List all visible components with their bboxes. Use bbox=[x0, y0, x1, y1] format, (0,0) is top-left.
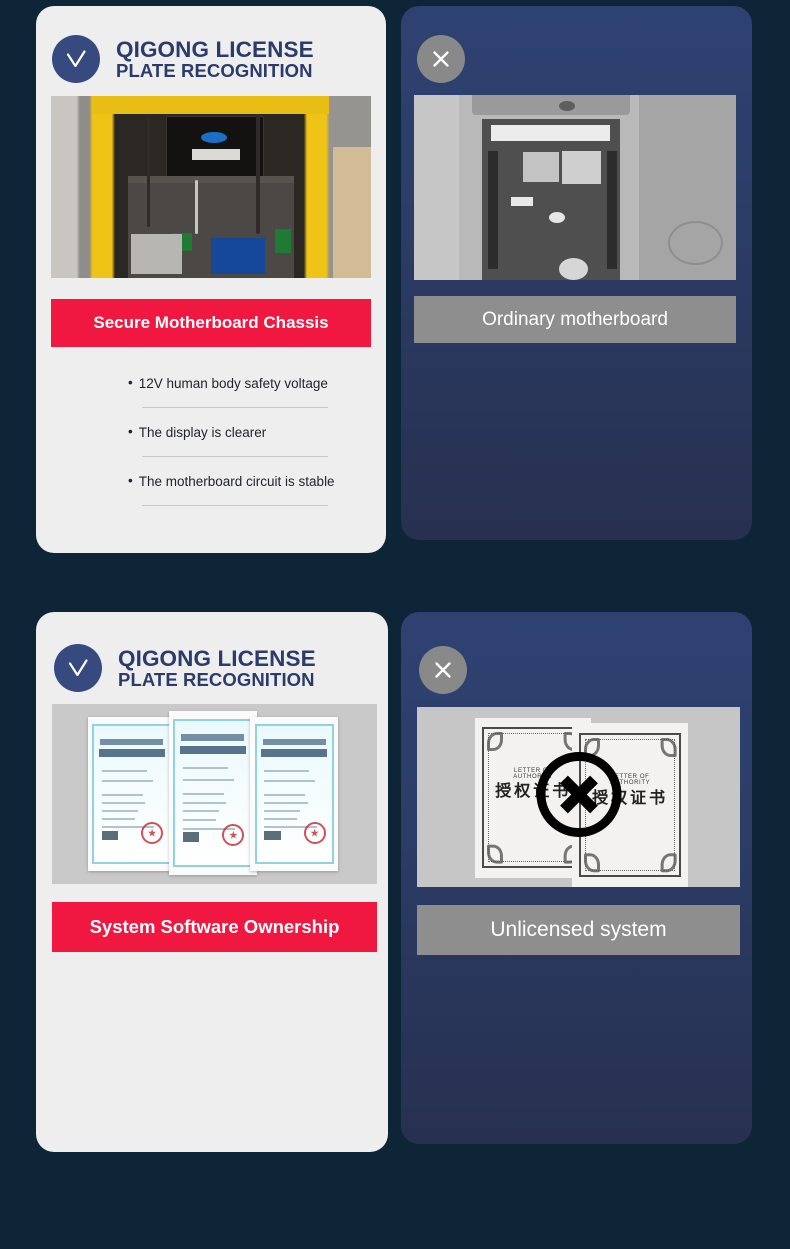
card-ordinary-motherboard: Ordinary motherboard •220V higher voltag… bbox=[401, 6, 752, 540]
label-secure-motherboard-chassis: Secure Motherboard Chassis bbox=[51, 299, 371, 347]
list-item: • The motherboard circuit is stable bbox=[128, 474, 386, 523]
divider bbox=[142, 505, 328, 506]
brand-title-line2: PLATE RECOGNITION bbox=[116, 60, 313, 82]
check-icon bbox=[54, 644, 102, 692]
cabinet-photo bbox=[51, 96, 371, 278]
card-header bbox=[417, 35, 465, 83]
circle-x-icon bbox=[533, 749, 625, 846]
card-header bbox=[419, 646, 467, 694]
label-ordinary-motherboard: Ordinary motherboard bbox=[414, 296, 736, 343]
label-system-software-ownership: System Software Ownership bbox=[52, 902, 377, 952]
cross-icon bbox=[419, 646, 467, 694]
list-item-label: 12V human body safety voltage bbox=[138, 376, 328, 391]
bullet-dot: • bbox=[128, 375, 133, 390]
brand-title-line1: QIGONG LICENSE bbox=[118, 645, 316, 671]
card-header: QIGONG LICENSE PLATE RECOGNITION bbox=[52, 35, 314, 83]
label-unlicensed-system: Unlicensed system bbox=[417, 905, 740, 955]
card-unlicensed-system: LETTER OF AUTHORITY 授权证书 LETTER OF AUTHO… bbox=[401, 612, 752, 1144]
list-item-label: The display is clearer bbox=[138, 425, 267, 440]
ordinary-cabinet-photo bbox=[414, 95, 736, 280]
card-header: QIGONG LICENSE PLATE RECOGNITION bbox=[54, 644, 316, 692]
check-icon bbox=[52, 35, 100, 83]
bullet-dot: • bbox=[128, 424, 133, 439]
brand-title: QIGONG LICENSE PLATE RECOGNITION bbox=[116, 36, 314, 82]
brand-title-line1: QIGONG LICENSE bbox=[116, 36, 314, 62]
card-secure-motherboard: QIGONG LICENSE PLATE RECOGNITION Secure … bbox=[36, 6, 386, 553]
divider bbox=[142, 456, 328, 457]
list-item: • The display is clearer bbox=[128, 425, 386, 474]
list-item: • 12V human body safety voltage bbox=[128, 376, 386, 425]
benefit-list: • 12V human body safety voltage • The disp… bbox=[128, 376, 386, 523]
cross-icon bbox=[417, 35, 465, 83]
divider bbox=[142, 407, 328, 408]
card-system-software-ownership: QIGONG LICENSE PLATE RECOGNITION System … bbox=[36, 612, 388, 1152]
software-copyright-certificates-photo bbox=[52, 704, 377, 884]
list-item-label: The motherboard circuit is stable bbox=[138, 474, 335, 489]
brand-title: QIGONG LICENSE PLATE RECOGNITION bbox=[118, 645, 316, 691]
comparison-page: QIGONG LICENSE PLATE RECOGNITION Secure … bbox=[0, 0, 790, 1249]
letter-of-authority-photo: LETTER OF AUTHORITY 授权证书 LETTER OF AUTHO… bbox=[417, 707, 740, 887]
brand-title-line2: PLATE RECOGNITION bbox=[118, 669, 315, 691]
bullet-dot: • bbox=[128, 473, 133, 488]
